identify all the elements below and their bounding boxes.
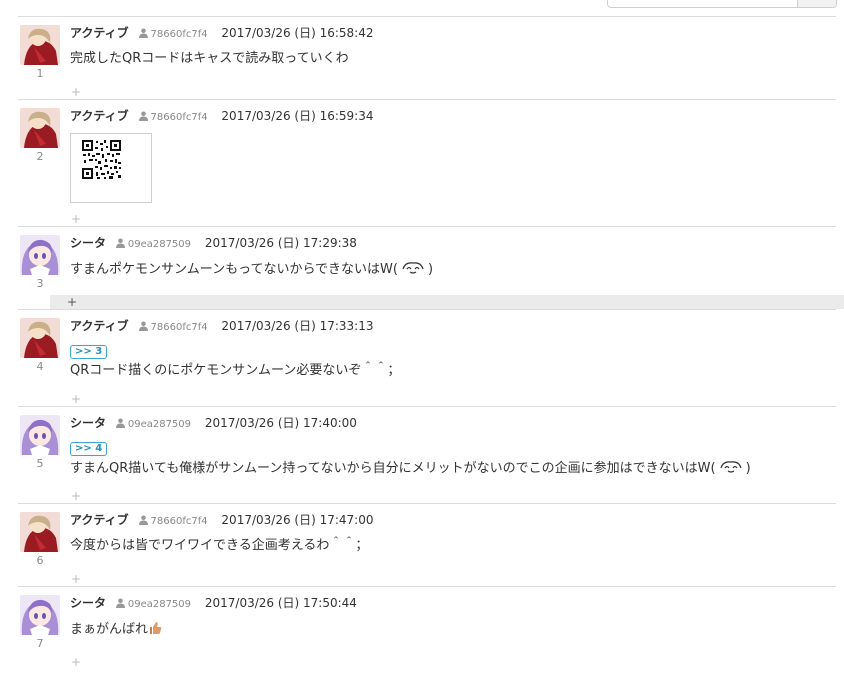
post-number: 7 bbox=[36, 637, 44, 650]
comment-post: 1 アクティブ 78660fc7f4 2017/03/26 (日) 16:58:… bbox=[18, 16, 836, 100]
author-name[interactable]: シータ bbox=[70, 416, 106, 430]
avatar[interactable] bbox=[20, 595, 60, 635]
user-id[interactable]: 78660fc7f4 bbox=[138, 515, 208, 530]
person-icon bbox=[115, 238, 125, 253]
add-reply-icon[interactable]: + bbox=[68, 393, 84, 405]
avatar[interactable] bbox=[20, 108, 60, 148]
smile-face-icon bbox=[399, 261, 427, 275]
add-reply-icon[interactable]: + bbox=[68, 490, 84, 502]
author-name[interactable]: シータ bbox=[70, 236, 106, 250]
person-icon bbox=[115, 598, 125, 613]
author-name[interactable]: アクティブ bbox=[70, 26, 129, 40]
comment-post: 2 アクティブ 78660fc7f4 2017/03/26 (日) 16:59:… bbox=[18, 99, 836, 227]
user-id-text: 78660fc7f4 bbox=[150, 112, 208, 123]
post-header: アクティブ 78660fc7f4 2017/03/26 (日) 17:47:00 bbox=[70, 513, 373, 530]
comment-post: 3 シータ 09ea287509 2017/03/26 (日) 17:29:38… bbox=[18, 226, 844, 310]
thumbs-up-icon bbox=[148, 621, 162, 635]
post-number: 5 bbox=[36, 457, 44, 470]
post-number: 3 bbox=[36, 277, 44, 290]
user-id-text: 78660fc7f4 bbox=[150, 516, 208, 527]
post-date: 2017/03/26 (日) 16:59:34 bbox=[221, 109, 374, 123]
avatar[interactable] bbox=[20, 25, 60, 65]
post-header: アクティブ 78660fc7f4 2017/03/26 (日) 16:59:34 bbox=[70, 109, 373, 126]
person-icon bbox=[138, 28, 148, 43]
post-header: シータ 09ea287509 2017/03/26 (日) 17:50:44 bbox=[70, 596, 357, 613]
avatar[interactable] bbox=[20, 235, 60, 275]
author-name[interactable]: アクティブ bbox=[70, 109, 129, 123]
user-id-text: 78660fc7f4 bbox=[150, 29, 208, 40]
add-reply-icon[interactable]: + bbox=[68, 573, 84, 585]
smile-face-icon bbox=[717, 460, 745, 474]
comment-post: 5 シータ 09ea287509 2017/03/26 (日) 17:40:00… bbox=[18, 406, 836, 504]
search-button[interactable] bbox=[797, 0, 836, 7]
post-header: シータ 09ea287509 2017/03/26 (日) 17:40:00 bbox=[70, 416, 357, 433]
post-text: すまんポケモンサンムーンもってないからできないはW( bbox=[70, 262, 398, 277]
comment-post: 4 アクティブ 78660fc7f4 2017/03/26 (日) 17:33:… bbox=[18, 309, 836, 407]
post-number: 2 bbox=[36, 150, 44, 163]
post-text: 完成したQRコードはキャスで読み取っていくわ bbox=[70, 51, 349, 66]
add-reply-icon[interactable]: + bbox=[68, 86, 84, 98]
avatar[interactable] bbox=[20, 318, 60, 358]
user-id[interactable]: 09ea287509 bbox=[115, 598, 192, 613]
post-header: アクティブ 78660fc7f4 2017/03/26 (日) 17:33:13 bbox=[70, 319, 373, 336]
user-id[interactable]: 78660fc7f4 bbox=[138, 321, 208, 336]
person-icon bbox=[138, 321, 148, 336]
post-date: 2017/03/26 (日) 17:33:13 bbox=[221, 319, 374, 333]
search-box[interactable] bbox=[607, 0, 837, 8]
post-text: 今度からは皆でワイワイできる企画考えるわ＾＾； bbox=[70, 538, 369, 553]
user-id-text: 09ea287509 bbox=[127, 419, 192, 430]
post-date: 2017/03/26 (日) 17:50:44 bbox=[204, 596, 357, 610]
user-id[interactable]: 78660fc7f4 bbox=[138, 28, 208, 43]
reply-anchor-link[interactable]: >> 4 bbox=[70, 442, 108, 456]
post-number: 1 bbox=[36, 67, 44, 80]
post-date: 2017/03/26 (日) 17:29:38 bbox=[204, 236, 357, 250]
author-name[interactable]: アクティブ bbox=[70, 319, 129, 333]
post-header: シータ 09ea287509 2017/03/26 (日) 17:29:38 bbox=[70, 236, 357, 253]
post-date: 2017/03/26 (日) 17:47:00 bbox=[221, 513, 374, 527]
post-text: QRコード描くのにポケモンサンムーン必要ないぞ＾＾； bbox=[70, 363, 401, 378]
add-reply-icon[interactable]: + bbox=[68, 656, 84, 668]
post-number: 4 bbox=[36, 360, 44, 373]
post-text-tail: ) bbox=[427, 262, 434, 277]
post-text-tail: ) bbox=[745, 461, 751, 476]
add-reply-bar[interactable]: + bbox=[50, 295, 844, 309]
avatar[interactable] bbox=[20, 415, 60, 455]
person-icon bbox=[138, 111, 148, 126]
reply-anchor-link[interactable]: >> 3 bbox=[70, 345, 108, 359]
post-date: 2017/03/26 (日) 16:58:42 bbox=[221, 26, 374, 40]
person-icon bbox=[138, 515, 148, 530]
user-id[interactable]: 09ea287509 bbox=[115, 238, 192, 253]
post-body: すまんQR描いても俺様がサンムーン持ってないから自分にメリットがないのでこの企画… bbox=[70, 460, 751, 477]
post-date: 2017/03/26 (日) 17:40:00 bbox=[204, 416, 357, 430]
post-number: 6 bbox=[36, 554, 44, 567]
post-body: まぁがんばれ bbox=[70, 621, 162, 638]
user-id-text: 78660fc7f4 bbox=[150, 322, 208, 333]
post-body: すまんポケモンサンムーンもってないからできないはW() bbox=[70, 261, 433, 278]
comment-post: 7 シータ 09ea287509 2017/03/26 (日) 17:50:44… bbox=[18, 586, 836, 678]
post-text: まぁがんばれ bbox=[70, 622, 149, 637]
person-icon bbox=[115, 418, 125, 433]
user-id-text: 09ea287509 bbox=[127, 599, 192, 610]
user-id[interactable]: 78660fc7f4 bbox=[138, 111, 208, 126]
qr-code-image[interactable] bbox=[70, 133, 152, 203]
author-name[interactable]: アクティブ bbox=[70, 513, 129, 527]
post-header: アクティブ 78660fc7f4 2017/03/26 (日) 16:58:42 bbox=[70, 26, 373, 43]
avatar[interactable] bbox=[20, 512, 60, 552]
add-reply-icon[interactable]: + bbox=[68, 213, 84, 225]
user-id-text: 09ea287509 bbox=[127, 239, 192, 250]
post-text: すまんQR描いても俺様がサンムーン持ってないから自分にメリットがないのでこの企画… bbox=[70, 461, 716, 476]
comment-post: 6 アクティブ 78660fc7f4 2017/03/26 (日) 17:47:… bbox=[18, 503, 836, 587]
author-name[interactable]: シータ bbox=[70, 596, 106, 610]
user-id[interactable]: 09ea287509 bbox=[115, 418, 192, 433]
